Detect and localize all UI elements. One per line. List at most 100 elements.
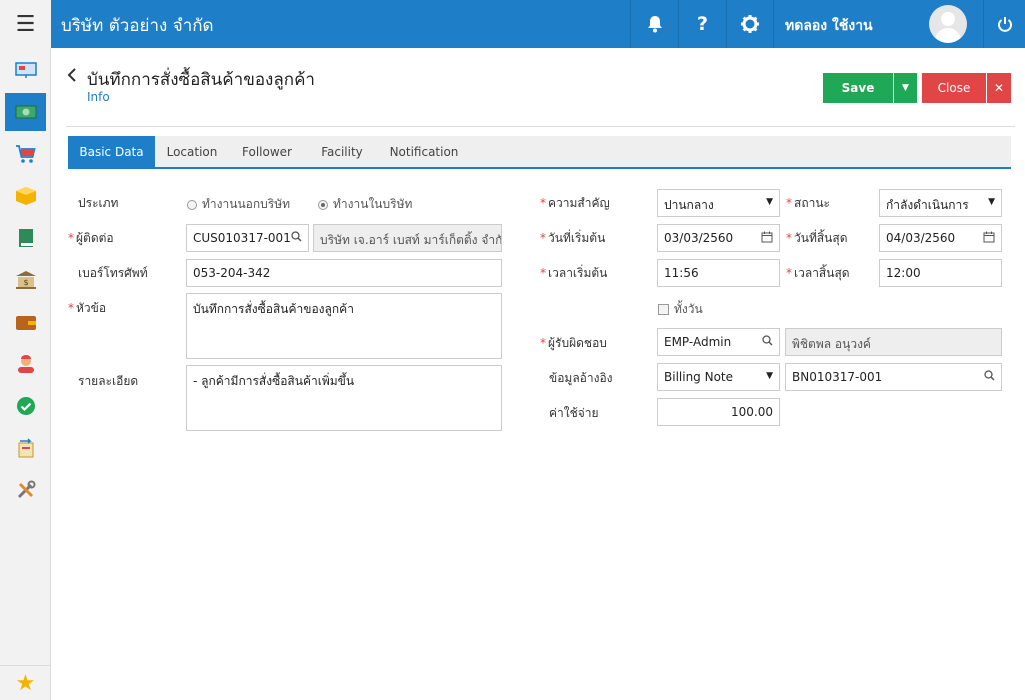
subject-textarea[interactable]: บันทึกการสั่งซื้อสินค้าของลูกค้า	[186, 293, 502, 359]
contact-label: * ผู้ติดต่อ	[68, 231, 114, 245]
company-name: บริษัท ตัวอย่าง จำกัด	[61, 16, 214, 36]
wallet-icon	[15, 316, 36, 330]
checkbox-icon	[658, 304, 669, 315]
tab-facility[interactable]: Facility	[305, 136, 379, 167]
caret-down-icon: ▼	[766, 371, 773, 381]
end-time-label: * เวลาสิ้นสุด	[786, 266, 850, 280]
responsible-code-input[interactable]: EMP-Admin	[657, 328, 780, 356]
tab-notification[interactable]: Notification	[379, 136, 469, 167]
sidebar-item-tools[interactable]	[5, 471, 46, 509]
calendar-icon[interactable]	[761, 231, 773, 243]
sidebar-item-transfer[interactable]	[5, 429, 46, 467]
top-bar: ☰ บริษัท ตัวอย่าง จำกัด ? ทดลอง ใช้งาน	[0, 0, 1025, 48]
avatar[interactable]	[929, 5, 967, 43]
money-icon	[15, 105, 36, 119]
status-select[interactable]: กำลังดำเนินการ ▼	[879, 189, 1002, 217]
notifications-button[interactable]	[630, 0, 678, 48]
settings-button[interactable]	[726, 0, 773, 48]
divider	[66, 126, 1015, 127]
radio-selected-icon	[318, 199, 328, 210]
back-button[interactable]	[67, 66, 77, 87]
end-date-input[interactable]: 04/03/2560	[879, 224, 1002, 252]
tab-follower[interactable]: Follower	[229, 136, 305, 167]
tab-bar: Basic Data Location Follower Facility No…	[68, 136, 1011, 169]
detail-textarea[interactable]: - ลูกค้ามีการสั่งซื้อสินค้าเพิ่มขึ้น	[186, 365, 502, 431]
start-date-label: * วันที่เริ่มต้น	[540, 231, 606, 245]
tools-icon	[17, 480, 35, 499]
sidebar-item-bank[interactable]: $	[5, 261, 46, 299]
user-group-icon	[17, 355, 34, 373]
document-transfer-icon	[18, 438, 33, 458]
help-button[interactable]: ?	[678, 0, 726, 48]
tab-basic-data[interactable]: Basic Data	[68, 136, 155, 167]
chevron-left-icon	[67, 68, 76, 82]
book-icon	[18, 229, 33, 247]
search-icon[interactable]	[291, 231, 302, 242]
bank-icon: $	[15, 271, 36, 289]
favorites-button[interactable]: ★	[0, 665, 51, 700]
end-time-input[interactable]: 12:00	[879, 259, 1002, 287]
close-x-button[interactable]: ✕	[987, 73, 1011, 103]
start-time-input[interactable]: 11:56	[657, 259, 780, 287]
sidebar-item-users[interactable]	[5, 345, 46, 383]
priority-select[interactable]: ปานกลาง ▼	[657, 189, 780, 217]
save-button[interactable]: Save	[823, 73, 893, 103]
search-icon[interactable]	[762, 335, 773, 346]
reference-type-select[interactable]: Billing Note ▼	[657, 363, 780, 391]
sidebar-item-presentation[interactable]	[5, 51, 46, 89]
close-button[interactable]: Close	[922, 73, 986, 103]
box-icon	[15, 187, 36, 205]
type-radio-outside[interactable]: ทำงานนอกบริษัท	[187, 195, 290, 214]
gear-icon	[741, 15, 759, 33]
status-label: * สถานะ	[786, 196, 830, 210]
power-icon	[997, 17, 1012, 32]
bell-icon	[647, 16, 662, 33]
search-icon[interactable]	[984, 370, 995, 381]
priority-label: * ความสำคัญ	[540, 196, 610, 210]
page-subtitle: Info	[87, 90, 110, 104]
close-icon: ✕	[993, 81, 1005, 95]
logout-button[interactable]	[983, 0, 1025, 48]
allday-checkbox[interactable]: ทั้งวัน	[658, 300, 703, 319]
caret-down-icon: ▼	[988, 197, 995, 207]
save-options-button[interactable]: ▼	[894, 73, 917, 103]
check-circle-icon	[16, 397, 35, 415]
reference-no-input[interactable]: BN010317-001	[785, 363, 1002, 391]
reference-label: ข้อมูลอ้างอิง	[549, 371, 613, 385]
hamburger-icon[interactable]: ☰	[0, 0, 51, 48]
sidebar-item-book[interactable]	[5, 219, 46, 257]
sidebar-item-cart[interactable]	[5, 135, 46, 173]
svg-text:$: $	[23, 278, 28, 287]
cost-input[interactable]: 100.00	[657, 398, 780, 426]
phone-label: เบอร์โทรศัพท์	[78, 266, 148, 280]
type-label: ประเภท	[78, 196, 119, 210]
contact-code-input[interactable]: CUS010317-001	[186, 224, 309, 252]
detail-label: รายละเอียด	[78, 374, 139, 388]
type-radio-inside[interactable]: ทำงานในบริษัท	[318, 195, 412, 214]
help-icon: ?	[696, 13, 709, 35]
start-date-input[interactable]: 03/03/2560	[657, 224, 780, 252]
sidebar-item-wallet[interactable]	[5, 303, 46, 341]
cart-icon	[15, 145, 36, 163]
page-title: บันทึกการสั่งซื้อสินค้าของลูกค้า	[87, 70, 315, 90]
user-name: ทดลอง ใช้งาน	[785, 18, 873, 34]
tab-location[interactable]: Location	[155, 136, 229, 167]
sidebar-item-box[interactable]	[5, 177, 46, 215]
responsible-name-field: พิชิตพล อนุวงค์	[785, 328, 1002, 356]
responsible-label: * ผู้รับผิดชอบ	[540, 336, 607, 350]
star-icon: ★	[15, 670, 36, 696]
radio-icon	[187, 199, 197, 210]
calendar-icon[interactable]	[983, 231, 995, 243]
start-time-label: * เวลาเริ่มต้น	[540, 266, 608, 280]
user-menu[interactable]: ทดลอง ใช้งาน	[773, 0, 983, 48]
phone-input[interactable]: 053-204-342	[186, 259, 502, 287]
sidebar: $ ★	[0, 48, 51, 700]
sidebar-item-money[interactable]	[5, 93, 46, 131]
cost-label: ค่าใช้จ่าย	[549, 406, 599, 420]
sidebar-item-approve[interactable]	[5, 387, 46, 425]
subject-label: * หัวข้อ	[68, 301, 107, 315]
contact-name-field: บริษัท เจ.อาร์ เบสท์ มาร์เก็ตติ้ง จำกั	[313, 224, 502, 252]
caret-down-icon: ▼	[766, 197, 773, 207]
presentation-icon	[14, 62, 37, 78]
caret-down-icon: ▼	[902, 83, 909, 93]
